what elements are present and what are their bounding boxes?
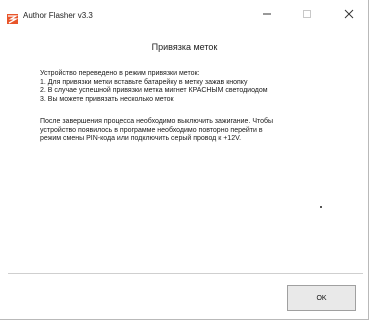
- dialog-window: Author Flasher v3.3 Привязка меток Устро…: [0, 0, 369, 320]
- completion-note-text: После завершения процесса необходимо вык…: [40, 118, 274, 143]
- maximize-button[interactable]: [287, 4, 327, 26]
- app-logo-icon: [7, 11, 19, 24]
- dialog-heading: Привязка меток: [151, 42, 218, 52]
- instructions-text: Устройство переведено в режим привязки м…: [40, 70, 268, 103]
- maximize-icon: [302, 6, 312, 24]
- stray-dot: [320, 206, 322, 208]
- minimize-icon: [262, 6, 272, 24]
- close-icon: [344, 6, 354, 24]
- minimize-button[interactable]: [247, 4, 287, 26]
- close-button[interactable]: [329, 4, 369, 26]
- footer-divider: [8, 273, 363, 274]
- ok-button[interactable]: OK: [287, 285, 356, 311]
- window-title: Author Flasher v3.3: [23, 11, 93, 20]
- title-bar[interactable]: Author Flasher v3.3: [0, 0, 369, 30]
